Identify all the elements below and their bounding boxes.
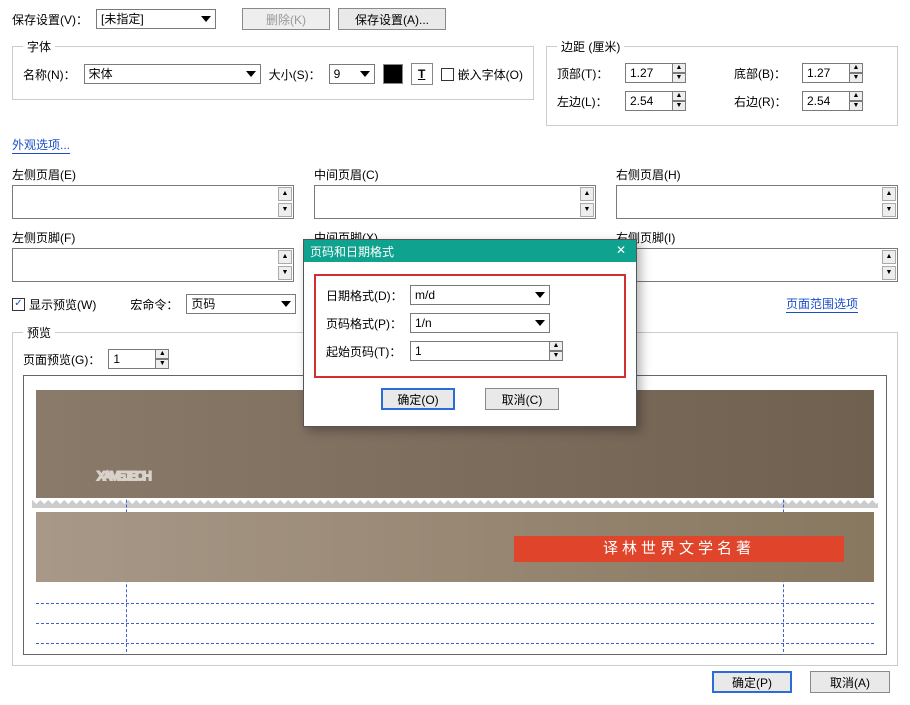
page-preview-label: 页面预览(G)： bbox=[23, 351, 100, 368]
margin-right-input[interactable]: ▲▼ bbox=[802, 91, 863, 111]
font-legend: 字体 bbox=[23, 38, 55, 55]
margin-left-input[interactable]: ▲▼ bbox=[625, 91, 686, 111]
margin-top-input[interactable]: ▲▼ bbox=[625, 63, 686, 83]
font-size-select[interactable]: 9 bbox=[329, 64, 375, 84]
start-page-input[interactable]: ▲▼ bbox=[410, 341, 550, 361]
right-header-label: 右侧页眉(H) bbox=[616, 166, 898, 183]
embed-font-checkbox[interactable]: 嵌入字体(O) bbox=[441, 66, 523, 83]
dialog-footer: 确定(P) 取消(A) bbox=[712, 671, 890, 693]
modal-titlebar: 页码和日期格式 ✕ bbox=[304, 240, 636, 262]
page-date-format-dialog: 页码和日期格式 ✕ 日期格式(D)： m/d 页码格式(P)： 1/n 起始页码… bbox=[303, 239, 637, 427]
left-footer-label: 左侧页脚(F) bbox=[12, 229, 294, 246]
modal-ok-button[interactable]: 确定(O) bbox=[381, 388, 455, 410]
close-icon[interactable]: ✕ bbox=[612, 243, 630, 259]
page-format-label: 页码格式(P)： bbox=[326, 315, 404, 332]
margin-bottom-label: 底部(B)： bbox=[734, 65, 788, 82]
font-size-label: 大小(S)： bbox=[269, 66, 321, 83]
macro-select[interactable]: 页码 bbox=[186, 294, 296, 314]
right-footer-input[interactable]: ▲▼ bbox=[616, 248, 898, 282]
margin-right-label: 右边(R)： bbox=[734, 93, 788, 110]
date-format-label: 日期格式(D)： bbox=[326, 287, 404, 304]
page-preview-input[interactable]: ▲▼ bbox=[108, 349, 169, 369]
save-settings-row: 保存设置(V)： [未指定] 删除(K) 保存设置(A)... bbox=[12, 8, 898, 30]
right-footer-label: 右侧页脚(I) bbox=[616, 229, 898, 246]
margin-top-label: 顶部(T)： bbox=[557, 65, 611, 82]
underline-button[interactable]: T bbox=[411, 63, 433, 85]
mid-header-label: 中间页眉(C) bbox=[314, 166, 596, 183]
font-fieldset: 字体 名称(N)： 宋体 大小(S)： 9 T 嵌入字体(O) bbox=[12, 38, 534, 100]
preview-banner: 译林世界文学名著 bbox=[514, 536, 844, 562]
page-range-link[interactable]: 页面范围选项 bbox=[786, 295, 858, 313]
font-name-select[interactable]: 宋体 bbox=[84, 64, 261, 84]
right-header-group: 右侧页眉(H) ▲▼ bbox=[616, 166, 898, 219]
preview-legend: 预览 bbox=[23, 324, 55, 341]
delete-button: 删除(K) bbox=[242, 8, 330, 30]
modal-cancel-button[interactable]: 取消(C) bbox=[485, 388, 559, 410]
embed-font-label: 嵌入字体(O) bbox=[458, 66, 523, 83]
show-preview-label: 显示预览(W) bbox=[29, 296, 96, 313]
cancel-button[interactable]: 取消(A) bbox=[810, 671, 890, 693]
macro-label: 宏命令： bbox=[130, 296, 178, 313]
left-header-input[interactable]: ▲▼ bbox=[12, 185, 294, 219]
right-footer-group: 右侧页脚(I) ▲▼ bbox=[616, 229, 898, 282]
left-footer-input[interactable]: ▲▼ bbox=[12, 248, 294, 282]
left-header-label: 左侧页眉(E) bbox=[12, 166, 294, 183]
page-format-select[interactable]: 1/n bbox=[410, 313, 550, 333]
mid-header-group: 中间页眉(C) ▲▼ bbox=[314, 166, 596, 219]
left-footer-group: 左侧页脚(F) ▲▼ bbox=[12, 229, 294, 282]
svg-text:XAMEJIEOH: XAMEJIEOH bbox=[97, 469, 151, 483]
show-preview-checkbox[interactable]: 显示预览(W) bbox=[12, 296, 96, 313]
margin-bottom-input[interactable]: ▲▼ bbox=[802, 63, 863, 83]
left-header-group: 左侧页眉(E) ▲▼ bbox=[12, 166, 294, 219]
date-format-select[interactable]: m/d bbox=[410, 285, 550, 305]
font-color-swatch[interactable] bbox=[383, 64, 403, 84]
start-page-label: 起始页码(T)： bbox=[326, 343, 404, 360]
appearance-options-link[interactable]: 外观选项... bbox=[12, 136, 70, 154]
right-header-input[interactable]: ▲▼ bbox=[616, 185, 898, 219]
modal-highlight-box: 日期格式(D)： m/d 页码格式(P)： 1/n 起始页码(T)： ▲▼ bbox=[314, 274, 626, 378]
save-settings-label: 保存设置(V)： bbox=[12, 11, 88, 28]
mid-header-input[interactable]: ▲▼ bbox=[314, 185, 596, 219]
margin-legend: 边距 (厘米) bbox=[557, 38, 624, 55]
ok-button[interactable]: 确定(P) bbox=[712, 671, 792, 693]
save-settings-select[interactable]: [未指定] bbox=[96, 9, 216, 29]
margin-left-label: 左边(L)： bbox=[557, 93, 611, 110]
margin-fieldset: 边距 (厘米) 顶部(T)： ▲▼ 底部(B)： ▲▼ 左边(L)： ▲▼ 右边… bbox=[546, 38, 898, 126]
save-settings-button[interactable]: 保存设置(A)... bbox=[338, 8, 446, 30]
modal-title-text: 页码和日期格式 bbox=[310, 243, 394, 260]
font-name-label: 名称(N)： bbox=[23, 66, 76, 83]
